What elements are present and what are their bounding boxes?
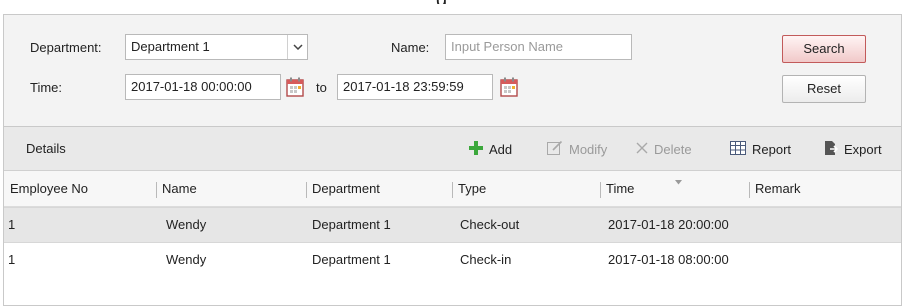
reset-button[interactable]: Reset: [782, 75, 866, 103]
name-label: Name:: [391, 40, 430, 55]
add-button[interactable]: Add: [469, 138, 512, 160]
export-label: Export: [844, 141, 882, 157]
cell-name: Wendy: [166, 217, 207, 232]
column-divider[interactable]: [749, 182, 750, 198]
table-row[interactable]: 1 Wendy Department 1 Check-in 2017-01-18…: [4, 243, 901, 279]
end-time-input[interactable]: 2017-01-18 23:59:59: [337, 74, 493, 100]
column-header-time[interactable]: Time: [606, 181, 634, 196]
add-label: Add: [489, 141, 513, 157]
time-to-label: to: [316, 80, 327, 95]
department-label: Department:: [30, 40, 102, 55]
column-divider[interactable]: [600, 182, 601, 198]
filter-panel: Department: Department 1 Name: Input Per…: [4, 15, 901, 125]
sort-arrow-icon: [675, 173, 682, 188]
column-divider[interactable]: [306, 182, 307, 198]
cell-type: Check-out: [460, 217, 520, 232]
close-icon: [636, 142, 648, 157]
cell-type: Check-in: [460, 252, 512, 267]
search-button[interactable]: Search: [782, 35, 866, 63]
column-header-name[interactable]: Name: [162, 181, 197, 196]
cell-department: Department 1: [312, 217, 391, 232]
start-time-value: 2017-01-18 00:00:00: [131, 79, 252, 94]
column-header-department[interactable]: Department: [312, 181, 380, 196]
delete-label: Delete: [654, 141, 692, 157]
start-time-input[interactable]: 2017-01-18 00:00:00: [125, 74, 281, 100]
edit-icon: [547, 140, 563, 158]
column-header-remark[interactable]: Remark: [755, 181, 801, 196]
calendar-icon[interactable]: [286, 77, 304, 97]
report-label: Report: [752, 141, 792, 157]
department-select-value: Department 1: [131, 39, 210, 54]
attendance-table: Employee No Name Department Type Time Re…: [4, 171, 901, 305]
time-label: Time:: [30, 80, 63, 95]
table-row[interactable]: 1 Wendy Department 1 Check-out 2017-01-1…: [4, 207, 901, 243]
name-input[interactable]: Input Person Name: [445, 34, 632, 60]
department-select[interactable]: Department 1: [125, 34, 308, 60]
details-title: Details: [26, 141, 66, 156]
cell-employee-no: 1: [8, 217, 16, 232]
details-toolbar: Details Add Modify Delete Report Export: [4, 126, 901, 171]
column-header-type[interactable]: Type: [458, 181, 486, 196]
export-icon: [824, 140, 839, 159]
cell-time: 2017-01-18 08:00:00: [608, 252, 729, 267]
delete-button[interactable]: Delete: [636, 138, 692, 160]
cell-name: Wendy: [166, 252, 207, 267]
table-header: Employee No Name Department Type Time Re…: [4, 171, 901, 207]
chevron-down-icon[interactable]: [287, 35, 307, 59]
cell-department: Department 1: [312, 252, 391, 267]
attendance-panel: Department: Department 1 Name: Input Per…: [3, 14, 902, 306]
cell-employee-no: 1: [8, 252, 16, 267]
end-time-value: 2017-01-18 23:59:59: [343, 79, 464, 94]
calendar-icon[interactable]: [500, 77, 518, 97]
name-input-placeholder: Input Person Name: [451, 39, 564, 54]
export-button[interactable]: Export: [824, 138, 882, 160]
window-title-fragment: g: [436, 0, 447, 4]
report-icon: [730, 140, 746, 158]
column-header-employee-no[interactable]: Employee No: [10, 181, 88, 196]
cell-time: 2017-01-18 20:00:00: [608, 217, 729, 232]
report-button[interactable]: Report: [730, 138, 791, 160]
plus-icon: [469, 140, 483, 158]
column-divider[interactable]: [452, 182, 453, 198]
column-divider[interactable]: [156, 182, 157, 198]
modify-label: Modify: [569, 141, 608, 157]
modify-button[interactable]: Modify: [547, 138, 607, 160]
